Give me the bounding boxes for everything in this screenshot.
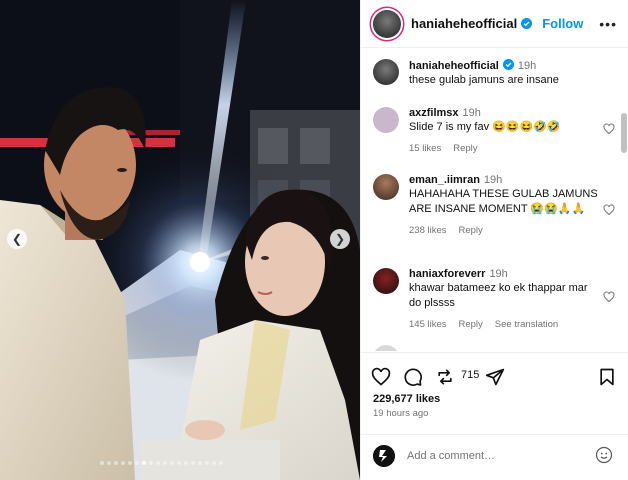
comment-time: 19h [483,174,503,186]
caption-time: 19h [517,60,537,72]
heart-icon[interactable] [603,291,615,303]
verified-badge-icon [502,59,514,70]
caption-username[interactable]: haniaheheofficial 19h [409,59,599,72]
author-username[interactable]: haniaheheofficial [411,16,533,31]
commenter-avatar[interactable] [373,107,399,133]
carousel-dot [100,461,104,465]
carousel-dot [135,461,139,465]
caption: haniaheheofficial 19h these gulab jamuns … [373,59,613,88]
comment-likes[interactable]: 145 likes [409,319,447,330]
post-photo [0,0,360,480]
comment-text: khawar batameez ko ek thappar mar do pls… [409,282,588,309]
comments-scrollbar[interactable] [621,113,627,153]
author-avatar[interactable] [373,9,401,38]
carousel-dot [163,461,167,465]
comments-list[interactable]: haniaheheofficial 19h these gulab jamuns … [361,49,628,351]
chevron-right-icon: ❯ [334,232,346,246]
see-translation-link[interactable]: See translation [495,319,558,330]
chevron-left-icon: ❮ [11,232,23,246]
share-icon[interactable] [485,367,505,387]
comment-likes[interactable]: 15 likes [409,143,441,154]
post-header: haniaheheofficial Follow ••• [361,0,628,48]
author-username-text[interactable]: haniaheheofficial [411,16,517,31]
commenter-avatar[interactable] [373,174,399,200]
commenter-username[interactable]: eman_.iimran [409,174,480,186]
repost-icon[interactable] [435,367,455,387]
comment-likes[interactable]: 238 likes [409,225,447,236]
carousel-dot [198,461,202,465]
carousel-dot [121,461,125,465]
carousel-dot [142,461,146,465]
carousel-prev-button[interactable]: ❮ [7,229,27,249]
carousel-dot [149,461,153,465]
reply-button[interactable]: Reply [459,225,483,236]
comment-icon[interactable] [403,367,423,387]
comment-item: axzfilmsx 19h Slide 7 is my fav 😆😆😆🤣🤣 15 … [373,107,615,154]
comment-item: eman_.iimran 19h HAHAHAHA THESE GULAB JAM… [373,174,615,236]
carousel-dot [170,461,174,465]
post-actions: 715 229,677 likes 19 hours ago [361,352,628,434]
carousel-next-button[interactable]: ❯ [330,229,350,249]
post-dialog: ❮ ❯ haniaheheofficial Follow ••• haniahe… [0,0,628,480]
carousel-dot [114,461,118,465]
heart-icon[interactable] [371,367,391,387]
comment-text: HAHAHAHA THESE GULAB JAMUNS ARE INSANE M… [409,188,598,215]
carousel-dot [184,461,188,465]
caption-text: these gulab jamuns are insane [409,74,559,86]
comment-text: Slide 7 is my fav 😆😆😆🤣🤣 [409,121,561,133]
bookmark-icon[interactable] [597,367,617,387]
commenter-username[interactable]: haniaxforeverr [409,268,485,280]
more-options-icon[interactable]: ••• [599,16,617,32]
repost-count: 715 [461,369,480,381]
carousel-dots [100,461,223,465]
carousel-dot [107,461,111,465]
reply-button[interactable]: Reply [453,143,477,154]
add-comment-input[interactable] [407,445,577,467]
caption-username-text[interactable]: haniaheheofficial [409,60,499,72]
heart-icon[interactable] [603,123,615,135]
add-comment-bar [361,434,628,480]
post-timestamp[interactable]: 19 hours ago [373,408,428,419]
commenter-username[interactable]: axzfilmsx [409,107,459,119]
carousel-dot [205,461,209,465]
carousel-dot [191,461,195,465]
comment-time: 19h [462,107,481,119]
post-side-panel: haniaheheofficial Follow ••• haniaheheof… [360,0,628,480]
carousel-dot [128,461,132,465]
carousel-dot [156,461,160,465]
emoji-icon[interactable] [595,446,613,464]
carousel-dot [219,461,223,465]
commenter-avatar[interactable] [373,268,399,294]
heart-icon[interactable] [603,204,615,216]
comment-item: haniaxforeverr 19h khawar batameez ko ek … [373,268,615,330]
reply-button[interactable]: Reply [459,319,483,330]
likes-count[interactable]: 229,677 likes [373,393,440,405]
current-user-avatar[interactable] [373,445,395,467]
carousel-dot [212,461,216,465]
carousel-dot [177,461,181,465]
comment-time: 19h [489,268,508,280]
post-media[interactable]: ❮ ❯ [0,0,360,480]
verified-badge-icon [521,18,533,29]
follow-button[interactable]: Follow [542,16,583,31]
commenter-avatar[interactable] [373,345,399,351]
caption-avatar[interactable] [373,59,399,85]
